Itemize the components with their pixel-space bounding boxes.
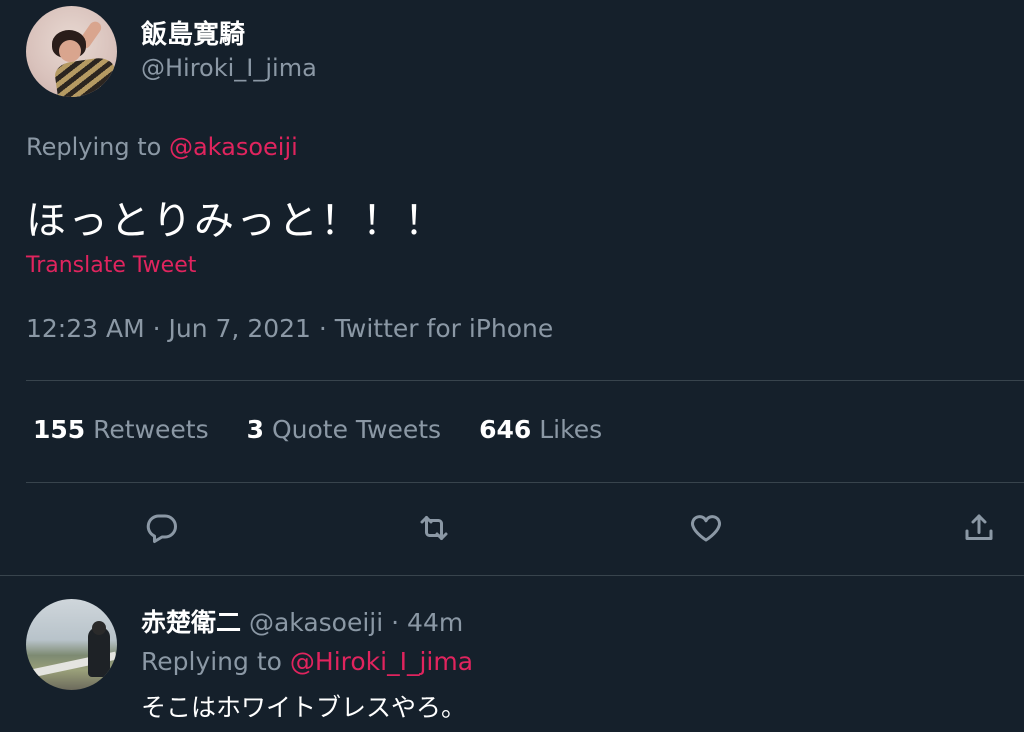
author-avatar[interactable] (26, 6, 117, 97)
retweets-count: 155 (33, 415, 86, 444)
likes-count: 646 (479, 415, 532, 444)
likes-stat[interactable]: 646 Likes (479, 415, 602, 444)
reply-icon (146, 514, 177, 543)
reply-text: そこはホワイトブレスやろ。 (141, 693, 467, 722)
divider (26, 482, 1024, 483)
share-icon (965, 514, 993, 540)
quote-tweets-count: 3 (246, 415, 265, 444)
retweet-button[interactable] (414, 508, 454, 548)
retweets-stat[interactable]: 155 Retweets (33, 415, 209, 444)
likes-label: Likes (539, 415, 603, 444)
reply-replying-to-label: Replying to (141, 647, 290, 676)
like-button[interactable] (686, 508, 726, 548)
reply-button[interactable] (142, 508, 182, 548)
quote-tweets-label: Quote Tweets (271, 415, 442, 444)
share-button[interactable] (959, 508, 999, 548)
replying-to-mention-link[interactable]: @akasoeiji (169, 133, 298, 161)
reply-replying-to-line: Replying to @Hiroki_I_jima (141, 647, 473, 676)
reply-header: 赤楚衛二 @akasoeiji · 44m (141, 603, 463, 639)
divider (0, 575, 1024, 576)
replying-to-line: Replying to @akasoeiji (26, 133, 298, 161)
translate-tweet-link[interactable]: Translate Tweet (26, 253, 196, 278)
like-icon (691, 515, 721, 542)
tweet-detail-view: 飯島寛騎 @Hiroki_I_jima Replying to @akasoei… (0, 0, 1024, 732)
author-display-name[interactable]: 飯島寛騎 (141, 14, 245, 51)
reply-author-display-name[interactable]: 赤楚衛二 (141, 608, 241, 637)
retweet-icon (420, 516, 448, 540)
reply-replying-to-mention-link[interactable]: @Hiroki_I_jima (290, 647, 473, 676)
reply-time[interactable]: 44m (407, 608, 463, 637)
tweet-timestamp-source[interactable]: 12:23 AM · Jun 7, 2021 · Twitter for iPh… (26, 314, 553, 343)
author-handle[interactable]: @Hiroki_I_jima (141, 54, 317, 82)
quote-tweets-stat[interactable]: 3 Quote Tweets (247, 415, 441, 444)
reply-separator: · (391, 608, 400, 637)
divider (26, 380, 1024, 381)
tweet-text: ほっとりみっと！！！ (26, 198, 446, 244)
retweets-label: Retweets (93, 415, 209, 444)
reply-author-avatar[interactable] (26, 599, 117, 690)
reply-author-handle[interactable]: @akasoeiji (249, 608, 383, 637)
replying-to-label: Replying to (26, 133, 169, 161)
tweet-stats: 155 Retweets 3 Quote Tweets 646 Likes (33, 415, 602, 444)
